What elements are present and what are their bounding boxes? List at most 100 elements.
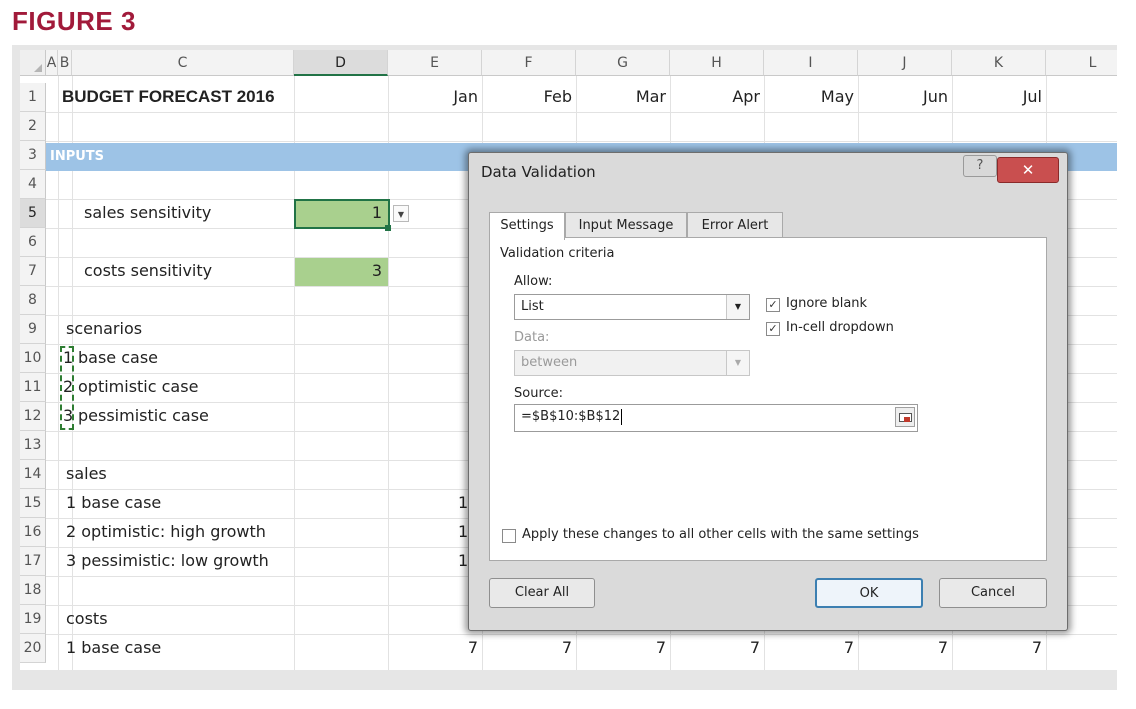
sales-value-partial[interactable]: 1 <box>458 547 468 575</box>
scenario-number[interactable]: 3 <box>63 402 73 430</box>
column-header-h[interactable]: H <box>670 50 764 76</box>
scenario-name[interactable]: optimistic case <box>78 373 198 401</box>
costs-sensitivity-value: 3 <box>371 261 382 280</box>
validation-criteria-label: Validation criteria <box>500 246 615 261</box>
row-header-12[interactable]: 12 <box>20 402 46 431</box>
chevron-down-icon: ▼ <box>726 351 749 375</box>
column-header-j[interactable]: J <box>858 50 952 76</box>
apply-all-checkbox[interactable] <box>502 529 516 543</box>
costs-sensitivity-label[interactable]: costs sensitivity <box>84 257 212 285</box>
cost-value-cell[interactable]: 7 <box>388 634 478 662</box>
select-all-corner[interactable] <box>20 50 46 76</box>
month-cell-mar[interactable]: Mar <box>576 83 666 111</box>
row-header-10[interactable]: 10 <box>20 344 46 373</box>
data-select: between ▼ <box>514 350 750 376</box>
gridline <box>46 112 1117 113</box>
clear-all-button[interactable]: Clear All <box>489 578 595 608</box>
column-header-g[interactable]: G <box>576 50 670 76</box>
cancel-button[interactable]: Cancel <box>939 578 1047 608</box>
cost-value-cell[interactable]: 7 <box>952 634 1042 662</box>
column-header-f[interactable]: F <box>482 50 576 76</box>
sales-row-label[interactable]: 1 base case <box>66 489 161 517</box>
scenario-number[interactable]: 2 <box>63 373 73 401</box>
sales-label[interactable]: sales <box>66 460 107 488</box>
month-cell-jan[interactable]: Jan <box>388 83 478 111</box>
row-header-9[interactable]: 9 <box>20 315 46 344</box>
title-cell[interactable]: BUDGET FORECAST 2016 <box>62 83 275 111</box>
scenario-name[interactable]: base case <box>78 344 158 372</box>
costs-row-label[interactable]: 1 base case <box>66 634 161 662</box>
sales-row-label[interactable]: 3 pessimistic: low growth <box>66 547 269 575</box>
row-header-20[interactable]: 20 <box>20 634 46 663</box>
column-header-k[interactable]: K <box>952 50 1046 76</box>
tab-input-message[interactable]: Input Message <box>565 212 687 238</box>
scenario-name[interactable]: pessimistic case <box>78 402 209 430</box>
row-header-14[interactable]: 14 <box>20 460 46 489</box>
data-select-value: between <box>521 355 578 370</box>
text-caret <box>621 408 623 425</box>
row-header-4[interactable]: 4 <box>20 170 46 199</box>
fill-handle[interactable] <box>385 225 391 231</box>
tab-error-alert[interactable]: Error Alert <box>687 212 783 238</box>
gridline <box>46 141 1117 142</box>
incell-dropdown-checkbox[interactable]: ✓ <box>766 322 780 336</box>
row-header-19[interactable]: 19 <box>20 605 46 634</box>
month-cell-apr[interactable]: Apr <box>670 83 760 111</box>
tab-settings[interactable]: Settings <box>489 212 565 240</box>
row-header-16[interactable]: 16 <box>20 518 46 547</box>
row-header-2[interactable]: 2 <box>20 112 46 141</box>
column-header-c[interactable]: C <box>72 50 294 76</box>
cost-value-cell[interactable]: 7 <box>482 634 572 662</box>
allow-select[interactable]: List ▼ <box>514 294 750 320</box>
row-header-6[interactable]: 6 <box>20 228 46 257</box>
sales-row-label[interactable]: 2 optimistic: high growth <box>66 518 266 546</box>
data-validation-dialog[interactable]: Data Validation ? ✕ Settings Input Messa… <box>468 152 1068 631</box>
row-header-18[interactable]: 18 <box>20 576 46 605</box>
collapse-dialog-icon[interactable] <box>895 407 915 427</box>
column-header-b[interactable]: B <box>58 50 72 76</box>
row-header-13[interactable]: 13 <box>20 431 46 460</box>
column-header-a[interactable]: A <box>46 50 58 76</box>
month-cell-jul[interactable]: Jul <box>952 83 1042 111</box>
allow-select-value: List <box>521 299 544 314</box>
scenario-number[interactable]: 1 <box>63 344 73 372</box>
help-button[interactable]: ? <box>963 155 997 177</box>
cost-value-cell[interactable]: 7 <box>764 634 854 662</box>
chevron-down-icon[interactable]: ▼ <box>726 295 749 319</box>
settings-panel: Validation criteria Allow: List ▼ ✓ Igno… <box>489 237 1047 561</box>
row-header-1[interactable]: 1 <box>20 83 46 112</box>
month-cell-feb[interactable]: Feb <box>482 83 572 111</box>
row-header-15[interactable]: 15 <box>20 489 46 518</box>
costs-label[interactable]: costs <box>66 605 108 633</box>
ignore-blank-label[interactable]: Ignore blank <box>786 296 867 311</box>
cost-value-cell[interactable]: 7 <box>670 634 760 662</box>
sales-sensitivity-label[interactable]: sales sensitivity <box>84 199 211 227</box>
scenarios-label[interactable]: scenarios <box>66 315 142 343</box>
chevron-down-icon[interactable]: ▼ <box>393 205 409 222</box>
row-header-8[interactable]: 8 <box>20 286 46 315</box>
column-header-d[interactable]: D <box>294 50 388 76</box>
inputs-section-label[interactable]: INPUTS <box>50 143 104 171</box>
close-button[interactable]: ✕ <box>997 157 1059 183</box>
month-cell-may[interactable]: May <box>764 83 854 111</box>
incell-dropdown-label[interactable]: In-cell dropdown <box>786 320 894 335</box>
row-header-7[interactable]: 7 <box>20 257 46 286</box>
data-label: Data: <box>514 330 550 345</box>
source-input[interactable]: =$B$10:$B$12 <box>514 404 918 432</box>
ok-button[interactable]: OK <box>815 578 923 608</box>
cost-value-cell[interactable]: 7 <box>576 634 666 662</box>
cost-value-cell[interactable]: 7 <box>858 634 948 662</box>
row-header-11[interactable]: 11 <box>20 373 46 402</box>
ignore-blank-checkbox[interactable]: ✓ <box>766 298 780 312</box>
sales-sensitivity-value: 1 <box>371 203 382 222</box>
column-header-l[interactable]: L <box>1046 50 1117 76</box>
column-header-i[interactable]: I <box>764 50 858 76</box>
row-header-17[interactable]: 17 <box>20 547 46 576</box>
month-cell-jun[interactable]: Jun <box>858 83 948 111</box>
column-header-e[interactable]: E <box>388 50 482 76</box>
row-header-5[interactable]: 5 <box>20 199 46 228</box>
sales-value-partial[interactable]: 1 <box>458 518 468 546</box>
sales-value-partial[interactable]: 1 <box>458 489 468 517</box>
row-header-3[interactable]: 3 <box>20 141 46 170</box>
apply-all-label[interactable]: Apply these changes to all other cells w… <box>522 527 919 542</box>
